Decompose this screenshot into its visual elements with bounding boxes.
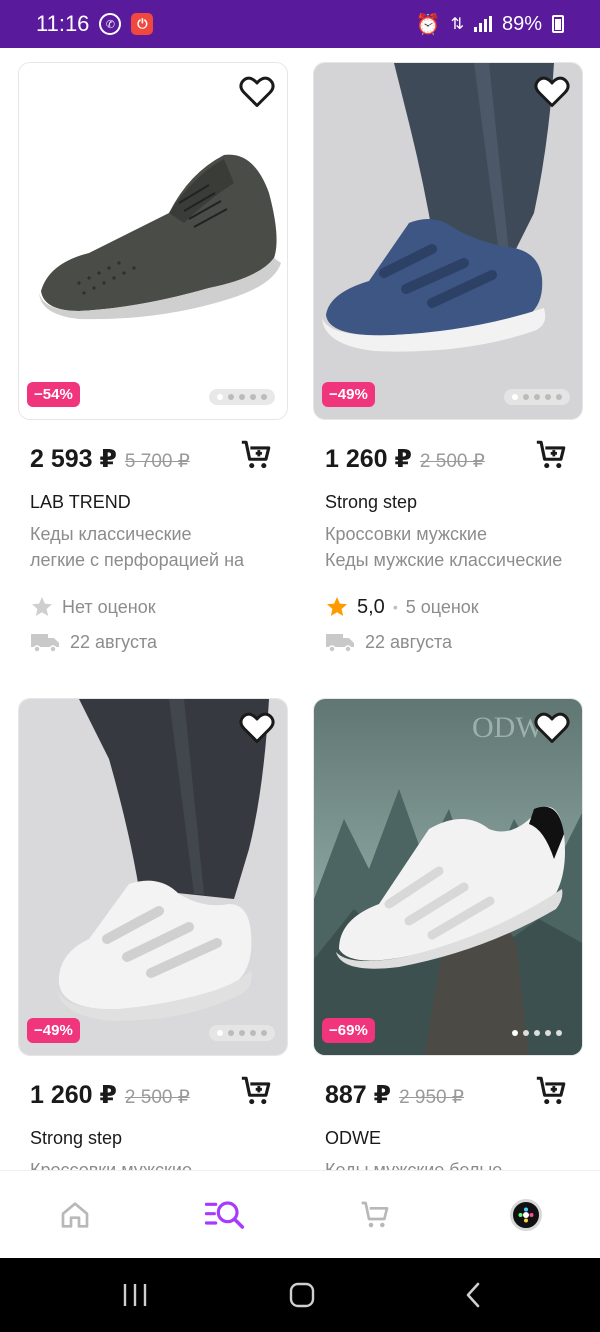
price: 2 593 ₽ xyxy=(30,445,117,473)
catalog-search-icon xyxy=(205,1201,245,1229)
discount-badge: −54% xyxy=(27,382,80,407)
add-to-cart-icon[interactable] xyxy=(533,1074,569,1108)
alarm-icon: ⏰ xyxy=(415,13,441,36)
delivery: 22 августа xyxy=(18,631,288,653)
brand-name: LAB TREND xyxy=(30,492,131,512)
product-title[interactable]: Кеды мужские белые xyxy=(313,1157,571,1170)
title-line: Кроссовки мужские xyxy=(325,524,487,544)
data-transfer-icon: ⇅ xyxy=(450,16,464,33)
delivery-date: 22 августа xyxy=(365,631,453,652)
white-velcro-sneaker-image xyxy=(19,699,287,1055)
title-line: Кеды классические xyxy=(30,524,192,544)
profile-avatar xyxy=(510,1199,542,1231)
product-photo[interactable]: −49% xyxy=(18,698,288,1056)
delivery-truck-icon xyxy=(31,634,59,653)
cart-icon xyxy=(361,1201,389,1228)
price: 1 260 ₽ xyxy=(30,1081,117,1109)
star-icon xyxy=(327,597,347,616)
status-bar: 11:16 ✆ ⏻ ⏰ ⇅ 89% xyxy=(0,0,600,48)
product-card[interactable]: −54% 2 593 ₽ 5 700 ₽ LAB TREND Кеды клас… xyxy=(18,62,288,653)
product-card[interactable]: −49% 1 260 ₽ 2 500 ₽ Strong step Кроссов… xyxy=(313,62,583,653)
favorite-heart-icon[interactable] xyxy=(534,75,570,109)
product-title[interactable]: Кеды классические легкие с перфорацией н… xyxy=(18,521,276,573)
product-title[interactable]: Кроссовки мужские Кеды мужские классичес… xyxy=(313,521,571,573)
old-price: 2 500 ₽ xyxy=(419,451,485,472)
recent-apps-button[interactable] xyxy=(120,1280,150,1310)
system-navigation-bar xyxy=(0,1258,600,1332)
nav-catalog[interactable] xyxy=(205,1195,245,1235)
image-pager-dots xyxy=(209,1025,275,1041)
rating-count: 5 оценок xyxy=(405,596,479,617)
brand-name: Strong step xyxy=(325,492,418,512)
title-line: легкие с перфорацией на xyxy=(30,550,245,570)
nav-cart[interactable] xyxy=(355,1195,395,1235)
brand-name: Strong step xyxy=(30,1128,123,1148)
recent-apps-icon xyxy=(123,1284,147,1306)
discount-badge: −69% xyxy=(322,1018,375,1043)
discount-badge: −49% xyxy=(27,1018,80,1043)
delivery-truck-icon xyxy=(326,634,354,653)
product-photo[interactable]: −49% xyxy=(313,62,583,420)
product-title[interactable]: Кроссовки мужские xyxy=(18,1157,276,1170)
home-button[interactable] xyxy=(287,1280,317,1310)
dark-grey-perforated-sneaker-image xyxy=(19,63,287,419)
favorite-heart-icon[interactable] xyxy=(239,711,275,745)
back-button[interactable] xyxy=(458,1280,488,1310)
nav-home[interactable] xyxy=(55,1195,95,1235)
whatsapp-icon: ✆ xyxy=(99,13,122,35)
home-square-icon xyxy=(289,1282,315,1308)
bottom-navigation xyxy=(0,1170,600,1258)
add-to-cart-icon[interactable] xyxy=(533,438,569,472)
battery-icon xyxy=(552,15,564,33)
product-card[interactable]: −49% 1 260 ₽ 2 500 ₽ Strong step Кроссов… xyxy=(18,698,288,1170)
delivery: 22 августа xyxy=(313,631,583,653)
add-to-cart-icon[interactable] xyxy=(238,438,274,472)
image-pager-dots xyxy=(504,1025,570,1041)
battery-percent: 89% xyxy=(501,12,542,35)
navy-velcro-sneaker-image xyxy=(314,63,582,419)
rating: 5,0 • 5 оценок xyxy=(313,595,583,619)
notification-app-icon: ⏻ xyxy=(131,13,154,35)
status-right: ⏰ ⇅ 89% xyxy=(416,12,564,37)
price: 1 260 ₽ xyxy=(325,445,412,473)
product-photo[interactable]: ODW −69% xyxy=(313,698,583,1056)
price-row: 2 593 ₽ 5 700 ₽ xyxy=(18,440,288,478)
discount-badge: −49% xyxy=(322,382,375,407)
brand-name: ODWE xyxy=(325,1128,381,1148)
price: 887 ₽ xyxy=(325,1081,392,1109)
old-price: 2 950 ₽ xyxy=(399,1087,464,1108)
white-sneaker-on-rock-image: ODW xyxy=(314,699,582,1055)
title-line: Кеды мужские классические xyxy=(325,550,563,570)
price-row: 887 ₽ 2 950 ₽ xyxy=(313,1076,583,1114)
rating-value: 5,0 xyxy=(357,595,385,618)
rating-separator: • xyxy=(392,599,398,615)
product-photo[interactable]: −54% xyxy=(18,62,288,420)
signal-icon xyxy=(473,16,492,32)
home-icon xyxy=(61,1202,89,1228)
status-time: 11:16 xyxy=(36,11,90,36)
product-card[interactable]: ODW −69% 887 ₽ 2 950 ₽ ODWE Кеды мужские… xyxy=(313,698,583,1170)
favorite-heart-icon[interactable] xyxy=(239,75,275,109)
star-icon xyxy=(32,597,52,616)
rating: Нет оценок xyxy=(18,595,288,619)
old-price: 2 500 ₽ xyxy=(124,1087,190,1108)
status-left: 11:16 ✆ ⏻ xyxy=(36,11,154,37)
title-line: Кеды мужские белые xyxy=(325,1160,503,1170)
title-line: Кроссовки мужские xyxy=(30,1160,192,1170)
price-row: 1 260 ₽ 2 500 ₽ xyxy=(313,440,583,478)
image-pager-dots xyxy=(209,389,275,405)
favorite-heart-icon[interactable] xyxy=(534,711,570,745)
back-chevron-icon xyxy=(466,1282,480,1308)
image-pager-dots xyxy=(504,389,570,405)
avatar-logo-icon xyxy=(518,1207,534,1223)
nav-profile[interactable] xyxy=(506,1195,546,1235)
old-price: 5 700 ₽ xyxy=(124,451,190,472)
price-row: 1 260 ₽ 2 500 ₽ xyxy=(18,1076,288,1114)
delivery-date: 22 августа xyxy=(70,631,158,652)
product-feed[interactable]: −54% 2 593 ₽ 5 700 ₽ LAB TREND Кеды клас… xyxy=(0,48,600,1170)
rating-text: Нет оценок xyxy=(62,596,156,617)
add-to-cart-icon[interactable] xyxy=(238,1074,274,1108)
